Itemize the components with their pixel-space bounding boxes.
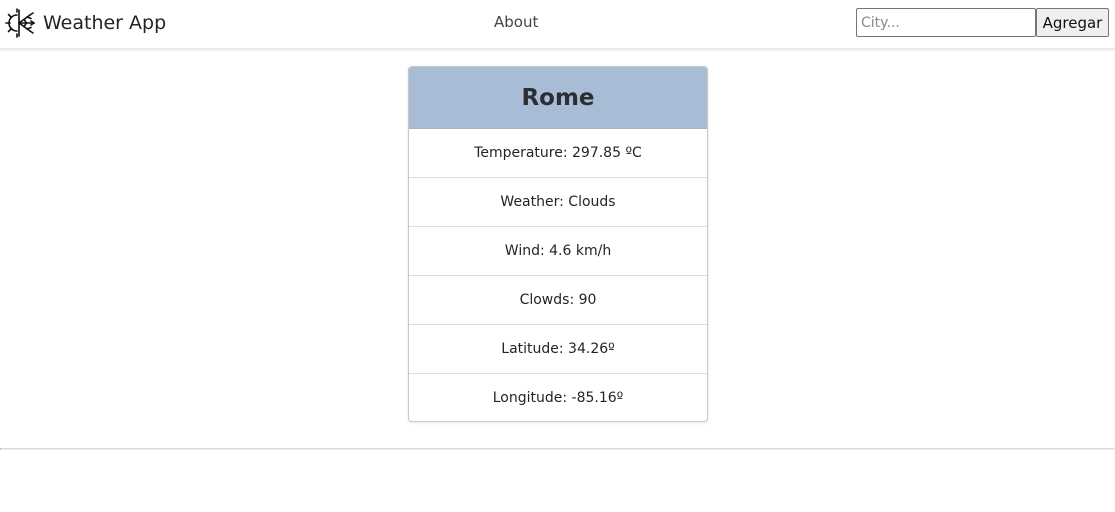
top-navbar: Weather App About Agregar xyxy=(0,0,1115,49)
city-search-input[interactable] xyxy=(856,8,1036,37)
weather-row: Weather: Clouds xyxy=(409,178,707,227)
footer-divider xyxy=(0,448,1115,450)
longitude-row: Longitude: -85.16º xyxy=(492,390,624,406)
snowflake-sun-icon xyxy=(4,7,36,39)
nav-link-about[interactable]: About xyxy=(494,13,538,31)
clouds-row: Clowds: 90 xyxy=(409,276,707,325)
weather-details-list: Temperature: 297.85 ºC Weather: Clouds W… xyxy=(409,129,707,421)
add-city-button[interactable]: Agregar xyxy=(1036,8,1109,37)
wind-row: Wind: 4.6 km/h xyxy=(409,227,707,276)
latitude-row: Latitude: 34.26º xyxy=(409,325,707,374)
city-weather-card: Rome Temperature: 297.85 ºC Weather: Clo… xyxy=(408,66,708,422)
temperature-row: Temperature: 297.85 ºC xyxy=(409,129,707,178)
city-name-title: Rome xyxy=(521,84,595,111)
brand-title: Weather App xyxy=(43,12,167,34)
brand-link[interactable]: Weather App xyxy=(4,6,166,40)
card-header: Rome xyxy=(409,67,707,129)
add-city-form: Agregar xyxy=(856,8,1109,37)
